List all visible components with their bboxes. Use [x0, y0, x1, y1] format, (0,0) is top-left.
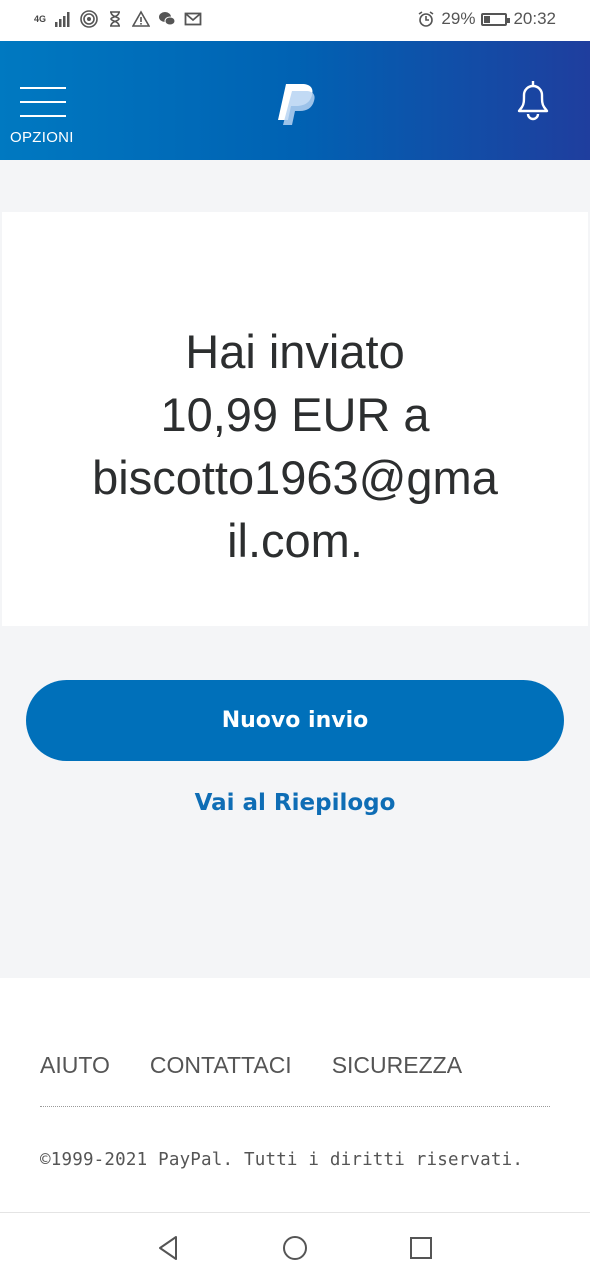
copyright-text: ©1999-2021 PayPal. Tutti i diritti riser…	[40, 1150, 524, 1170]
go-to-summary-link[interactable]: Vai al Riepilogo	[0, 790, 590, 816]
status-bar: 4G 29% 20:32	[0, 0, 590, 41]
confirmation-line-3: biscotto1963@gma	[92, 451, 498, 504]
confirmation-message: Hai inviato 10,99 EUR a biscotto1963@gma…	[42, 320, 548, 572]
wechat-icon	[159, 12, 176, 26]
footer-divider	[40, 1106, 550, 1107]
options-label: OPZIONI	[10, 129, 74, 146]
mail-icon	[184, 12, 202, 26]
footer-link-help[interactable]: AIUTO	[40, 1052, 110, 1079]
paypal-logo	[278, 84, 315, 125]
hotspot-icon	[80, 10, 98, 28]
confirmation-card: Hai inviato 10,99 EUR a biscotto1963@gma…	[2, 212, 588, 626]
system-navigation-bar	[0, 1212, 590, 1281]
footer-link-security[interactable]: SICUREZZA	[332, 1052, 462, 1079]
alarm-icon	[418, 11, 434, 27]
confirmation-line-2: 10,99 EUR a	[160, 388, 430, 441]
footer-link-contact[interactable]: CONTATTACI	[150, 1052, 292, 1079]
clock: 20:32	[513, 9, 556, 28]
signal-icon	[55, 12, 70, 27]
battery-percent: 29%	[441, 9, 476, 28]
options-menu-button[interactable]: OPZIONI	[10, 87, 80, 147]
battery-icon	[481, 12, 511, 26]
warning-icon	[132, 10, 151, 27]
footer-links: AIUTO CONTATTACI SICUREZZA	[40, 1052, 462, 1079]
recent-apps-icon[interactable]	[406, 1233, 436, 1263]
confirmation-line-4: il.com.	[227, 514, 363, 567]
home-icon[interactable]	[280, 1233, 310, 1263]
hourglass-icon	[110, 11, 121, 27]
menu-icon	[20, 87, 76, 129]
back-icon[interactable]	[154, 1233, 184, 1263]
confirmation-line-1: Hai inviato	[185, 325, 405, 378]
network-type: 4G	[34, 13, 47, 24]
footer: AIUTO CONTATTACI SICUREZZA ©1999-2021 Pa…	[0, 978, 590, 1212]
app-header: OPZIONI	[0, 41, 590, 160]
new-payment-button[interactable]: Nuovo invio	[26, 680, 564, 761]
bell-icon[interactable]	[510, 77, 556, 123]
